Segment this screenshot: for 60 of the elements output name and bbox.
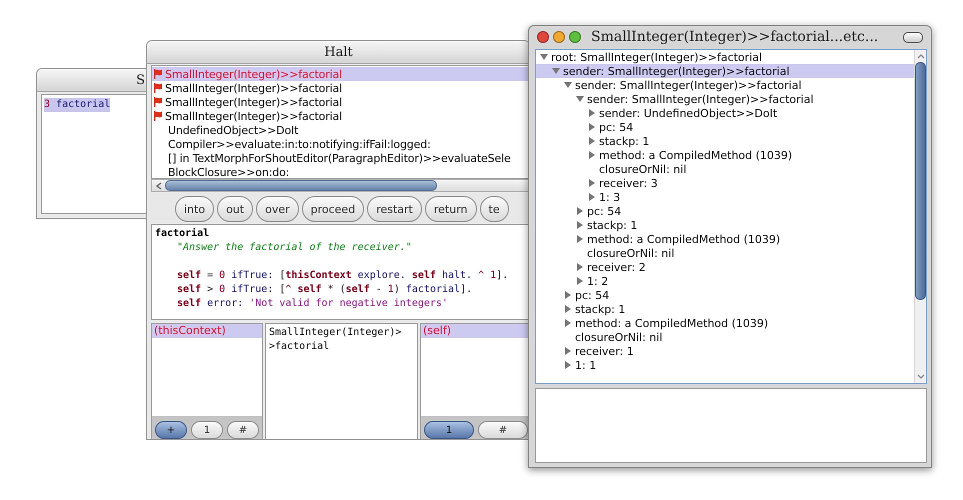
stack-frame[interactable]: Compiler>>evaluate:in:to:notifying:ifFail:logged:	[152, 137, 530, 151]
stack-frame[interactable]: BlockClosure>>on:do:	[152, 165, 530, 178]
toggle-button[interactable]: +	[155, 421, 187, 439]
tree-item[interactable]: method: a CompiledMethod (1039)	[536, 232, 914, 246]
toggle-button[interactable]: #	[227, 421, 259, 439]
collapse-button[interactable]	[903, 32, 923, 42]
horizontal-scrollbar[interactable]	[151, 179, 530, 192]
stack-frame[interactable]: SmallInteger(Integer)>>factorial	[152, 109, 530, 123]
tree-item[interactable]: receiver: 3	[536, 176, 914, 190]
tree-item[interactable]: method: a CompiledMethod (1039)	[536, 148, 914, 162]
tree-item[interactable]: stackp: 1	[536, 134, 914, 148]
tree-item[interactable]: sender: UndefinedObject>>DoIt	[536, 106, 914, 120]
value-text: SmallInteger(Integer)> >factorial	[269, 326, 402, 354]
tree-item[interactable]: pc: 54	[536, 120, 914, 134]
tree-item[interactable]: 1: 1	[536, 358, 914, 372]
stack-frame[interactable]: [] in TextMorphForShoutEditor(ParagraphEditor)>>evaluateSele	[152, 151, 530, 165]
toolbar-button[interactable]: return	[424, 196, 476, 222]
toggle-button[interactable]: #	[478, 421, 528, 439]
tree-item[interactable]: pc: 54	[536, 288, 914, 302]
scrollbar-thumb[interactable]	[915, 62, 926, 300]
tree-item[interactable]: closureOrNil: nil	[536, 246, 914, 260]
toolbar-button[interactable]: restart	[367, 196, 422, 222]
code-line: self = 0 ifTrue: [thisContext explore. self halt. ^ 1].	[176, 269, 510, 283]
window-title: S	[136, 72, 145, 88]
tree-item[interactable]: root: SmallInteger(Integer)>>factorial	[536, 50, 914, 64]
code-line: self error: 'Not valid for negative integers'	[176, 297, 449, 311]
tree-item[interactable]: closureOrNil: nil	[536, 162, 914, 176]
tree-item[interactable]: sender: SmallInteger(Integer)>>factorial	[536, 64, 914, 78]
tree-item[interactable]: pc: 54	[536, 204, 914, 218]
stack-frame[interactable]: UndefinedObject>>DoIt	[152, 123, 530, 137]
zoom-button[interactable]	[569, 31, 581, 43]
code-line: "Answer the factorial of the receiver."	[176, 241, 413, 255]
vertical-scrollbar[interactable]	[914, 50, 926, 383]
toolbar-button[interactable]: into	[175, 196, 214, 222]
toolbar-button[interactable]: over	[256, 196, 299, 222]
tree-item[interactable]: 1: 3	[536, 190, 914, 204]
code-line: self > 0 ifTrue: [^ self * (self - 1) factorial].	[176, 283, 474, 297]
stack-frame[interactable]: SmallInteger(Integer)>>factorial	[152, 81, 530, 95]
toolbar-button[interactable]: out	[217, 196, 254, 222]
window-title: Halt	[324, 44, 353, 60]
tree-item[interactable]: stackp: 1	[536, 218, 914, 232]
minimize-button[interactable]	[553, 31, 565, 43]
tree-item[interactable]: 1: 2	[536, 274, 914, 288]
code-text: 3 factorial	[44, 98, 110, 112]
toolbar-button[interactable]: proceed	[302, 196, 364, 222]
tree-item[interactable]: sender: SmallInteger(Integer)>>factorial	[536, 92, 914, 106]
close-button[interactable]	[537, 31, 549, 43]
tree-item[interactable]: stackp: 1	[536, 302, 914, 316]
toolbar-button[interactable]: te	[480, 196, 509, 222]
code-line: factorial	[155, 227, 210, 241]
tree-item[interactable]: closureOrNil: nil	[536, 330, 914, 344]
stack-frame[interactable]: SmallInteger(Integer)>>factorial	[152, 95, 530, 109]
tree-item[interactable]: method: a CompiledMethod (1039)	[536, 316, 914, 330]
scrollbar-thumb[interactable]	[165, 180, 437, 191]
tree-item[interactable]: receiver: 1	[536, 344, 914, 358]
toggle-button[interactable]: 1	[424, 421, 474, 439]
tree-item[interactable]: sender: SmallInteger(Integer)>>factorial	[536, 78, 914, 92]
window-title: SmallInteger(Integer)>>factorial...etc...	[591, 29, 880, 45]
tree-item[interactable]: receiver: 2	[536, 260, 914, 274]
toggle-button[interactable]: 1	[191, 421, 223, 439]
